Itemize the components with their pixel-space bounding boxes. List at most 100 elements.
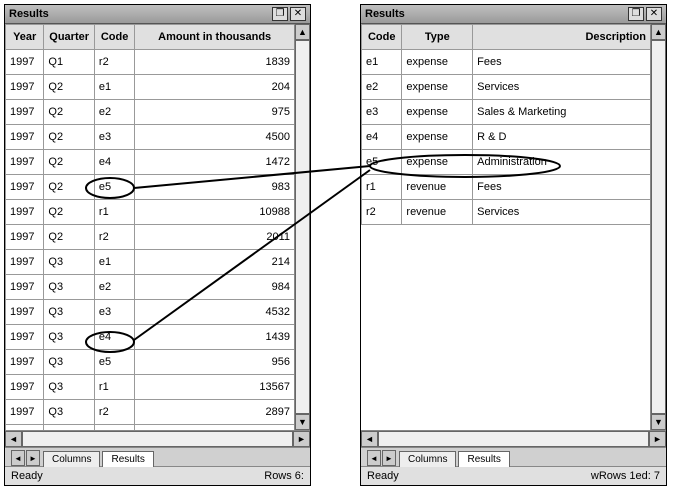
column-header[interactable]: Type <box>402 25 473 50</box>
restore-button[interactable]: ❐ <box>272 7 288 21</box>
cell-type[interactable]: expense <box>402 50 473 75</box>
cell-amount[interactable]: 2011 <box>135 225 295 250</box>
column-header[interactable]: Description <box>473 25 651 50</box>
table-row[interactable]: 1997Q2e2975 <box>6 100 295 125</box>
cell-year[interactable]: 1997 <box>6 225 44 250</box>
cell-year[interactable]: 1997 <box>6 100 44 125</box>
cell-amount[interactable]: 956 <box>135 350 295 375</box>
cell-amount[interactable]: 975 <box>135 100 295 125</box>
table-row[interactable]: 1997Q2e1204 <box>6 75 295 100</box>
cell-code[interactable]: e2 <box>362 75 402 100</box>
cell-code[interactable]: e1 <box>94 250 134 275</box>
cell-type[interactable]: revenue <box>402 175 473 200</box>
table-row[interactable]: e4expenseR & D <box>362 125 651 150</box>
cell-year[interactable]: 1997 <box>6 75 44 100</box>
table-row[interactable]: 1997Q2e41472 <box>6 150 295 175</box>
cell-code[interactable]: r2 <box>94 225 134 250</box>
cell-code[interactable]: e3 <box>362 100 402 125</box>
tab-results[interactable]: Results <box>458 451 509 467</box>
scroll-left-icon[interactable]: ◄ <box>5 431 22 447</box>
table-row[interactable]: 1997Q3e5956 <box>6 350 295 375</box>
table-row[interactable]: 1997Q2e34500 <box>6 125 295 150</box>
vertical-scrollbar[interactable]: ▲ ▼ <box>294 24 310 430</box>
tab-results[interactable]: Results <box>102 451 153 467</box>
cell-year[interactable]: 1997 <box>6 125 44 150</box>
cell-type[interactable]: expense <box>402 150 473 175</box>
cell-amount[interactable]: 4500 <box>135 125 295 150</box>
cell-description[interactable]: R & D <box>473 125 651 150</box>
tab-nav-left-icon[interactable]: ◄ <box>11 450 25 466</box>
cell-year[interactable]: 1997 <box>6 250 44 275</box>
cell-code[interactable]: r1 <box>94 375 134 400</box>
cell-quarter[interactable]: Q3 <box>44 400 95 425</box>
table-row[interactable]: e1expenseFees <box>362 50 651 75</box>
cell-quarter[interactable]: Q2 <box>44 100 95 125</box>
cell-quarter[interactable]: Q1 <box>44 50 95 75</box>
tab-columns[interactable]: Columns <box>43 451 100 467</box>
cell-year[interactable]: 1997 <box>6 300 44 325</box>
titlebar[interactable]: Results ❐ ✕ <box>361 5 666 24</box>
scroll-down-icon[interactable]: ▼ <box>295 414 310 430</box>
table-row[interactable]: 1997Q3r113567 <box>6 375 295 400</box>
scroll-right-icon[interactable]: ► <box>293 431 310 447</box>
table-row[interactable]: 1997Q3e2984 <box>6 275 295 300</box>
cell-quarter[interactable]: Q2 <box>44 150 95 175</box>
cell-quarter[interactable]: Q2 <box>44 125 95 150</box>
cell-code[interactable]: r2 <box>362 200 402 225</box>
cell-quarter[interactable]: Q2 <box>44 175 95 200</box>
cell-quarter[interactable]: Q3 <box>44 350 95 375</box>
cell-code[interactable]: e1 <box>362 50 402 75</box>
cell-amount[interactable]: 2897 <box>135 400 295 425</box>
cell-code[interactable]: r2 <box>94 400 134 425</box>
cell-quarter[interactable]: Q3 <box>44 325 95 350</box>
cell-code[interactable]: r1 <box>94 200 134 225</box>
cell-code[interactable]: r1 <box>362 175 402 200</box>
cell-code[interactable]: e2 <box>94 100 134 125</box>
cell-description[interactable]: Services <box>473 200 651 225</box>
cell-code[interactable]: e5 <box>94 175 134 200</box>
cell-amount[interactable]: 4532 <box>135 300 295 325</box>
scroll-left-icon[interactable]: ◄ <box>361 431 378 447</box>
cell-amount[interactable]: 1839 <box>135 50 295 75</box>
cell-description[interactable]: Fees <box>473 175 651 200</box>
cell-code[interactable]: r2 <box>94 50 134 75</box>
cell-year[interactable]: 1997 <box>6 325 44 350</box>
close-button[interactable]: ✕ <box>290 7 306 21</box>
tab-nav-left-icon[interactable]: ◄ <box>367 450 381 466</box>
table-row[interactable]: 1997Q1r21839 <box>6 50 295 75</box>
cell-amount[interactable]: 13567 <box>135 375 295 400</box>
column-header[interactable]: Year <box>6 25 44 50</box>
cell-quarter[interactable]: Q3 <box>44 300 95 325</box>
close-button[interactable]: ✕ <box>646 7 662 21</box>
cell-type[interactable]: expense <box>402 125 473 150</box>
cell-code[interactable]: e4 <box>362 125 402 150</box>
cell-quarter[interactable]: Q3 <box>44 275 95 300</box>
cell-year[interactable]: 1997 <box>6 400 44 425</box>
table-row[interactable]: r1revenueFees <box>362 175 651 200</box>
cell-description[interactable]: Fees <box>473 50 651 75</box>
scroll-up-icon[interactable]: ▲ <box>295 24 310 40</box>
cell-description[interactable]: Services <box>473 75 651 100</box>
cell-type[interactable]: revenue <box>402 200 473 225</box>
cell-amount[interactable]: 983 <box>135 175 295 200</box>
cell-year[interactable]: 1997 <box>6 275 44 300</box>
cell-amount[interactable]: 10988 <box>135 200 295 225</box>
cell-year[interactable]: 1997 <box>6 150 44 175</box>
cell-code[interactable]: e5 <box>362 150 402 175</box>
cell-year[interactable]: 1997 <box>6 50 44 75</box>
table-row[interactable]: 1997Q3e34532 <box>6 300 295 325</box>
cell-year[interactable]: 1997 <box>6 200 44 225</box>
scroll-right-icon[interactable]: ► <box>649 431 666 447</box>
cell-type[interactable]: expense <box>402 100 473 125</box>
column-header[interactable]: Quarter <box>44 25 95 50</box>
column-header[interactable]: Code <box>362 25 402 50</box>
restore-button[interactable]: ❐ <box>628 7 644 21</box>
cell-year[interactable]: 1997 <box>6 350 44 375</box>
scroll-down-icon[interactable]: ▼ <box>651 414 666 430</box>
tab-columns[interactable]: Columns <box>399 451 456 467</box>
vertical-scrollbar[interactable]: ▲ ▼ <box>650 24 666 430</box>
cell-code[interactable]: e4 <box>94 325 134 350</box>
cell-description[interactable]: Administration <box>473 150 651 175</box>
cell-year[interactable]: 1997 <box>6 375 44 400</box>
titlebar[interactable]: Results ❐ ✕ <box>5 5 310 24</box>
